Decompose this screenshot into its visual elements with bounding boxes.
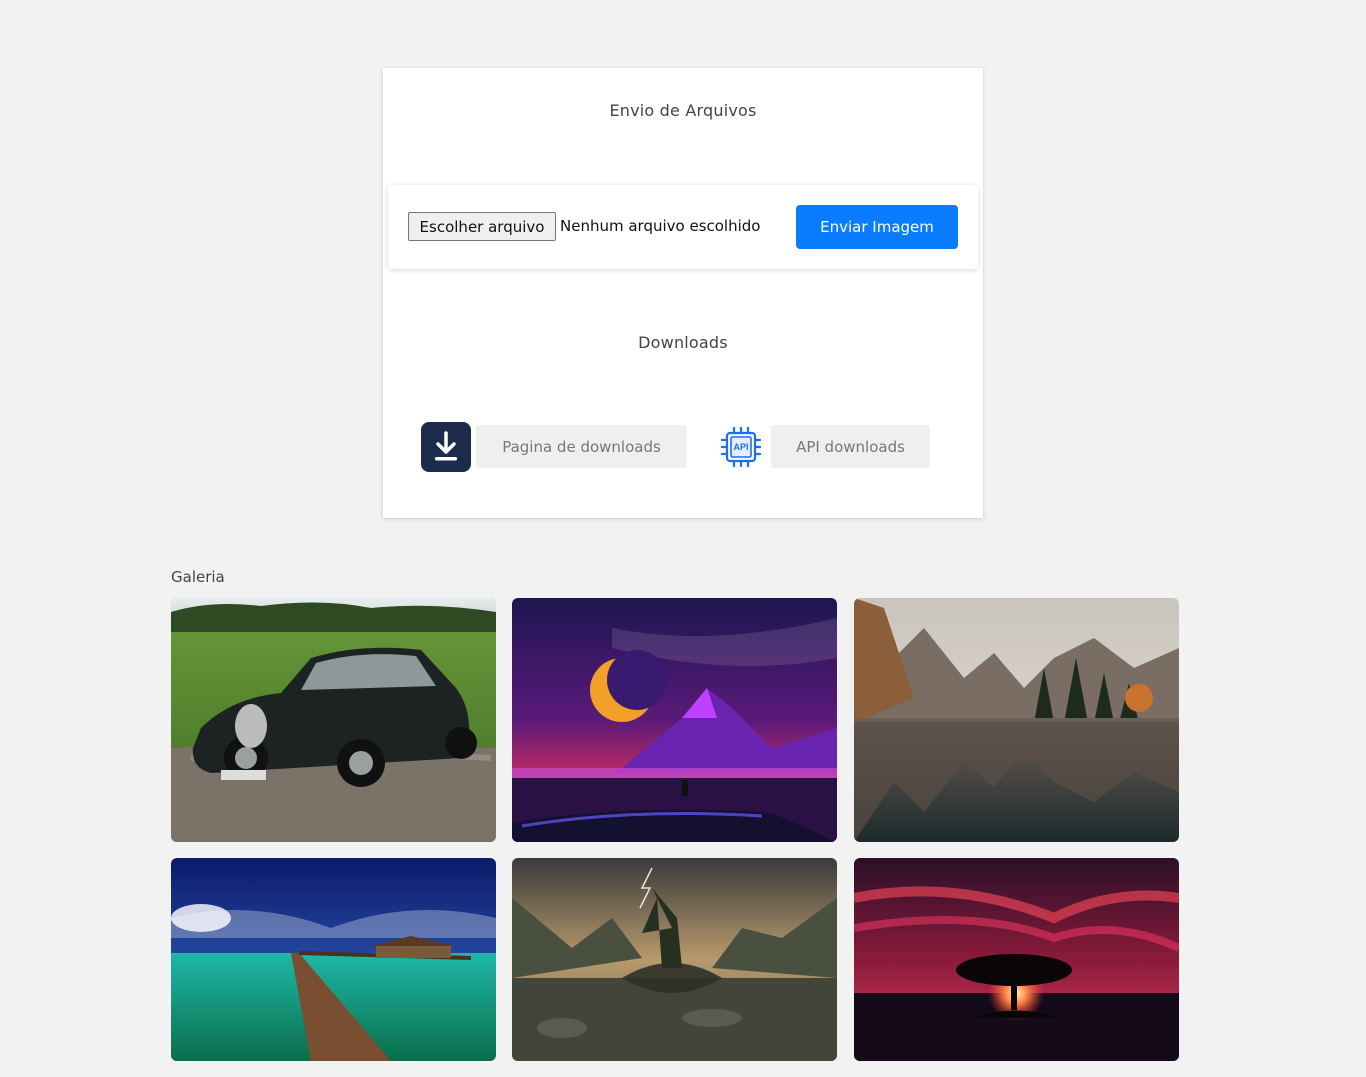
api-downloads-link[interactable]: API downloads	[771, 425, 930, 468]
gallery-image-red-sky-tree[interactable]	[854, 858, 1179, 1061]
download-icon[interactable]	[421, 422, 471, 472]
file-status-text: Nenhum arquivo escolhido	[560, 217, 761, 235]
gallery-image-tropical-pier[interactable]	[171, 858, 496, 1061]
svg-text:API: API	[733, 442, 748, 452]
upload-form: Escolher arquivo Nenhum arquivo escolhid…	[388, 185, 978, 269]
gallery-title: Galeria	[171, 568, 225, 586]
gallery-image-lake-island[interactable]	[512, 858, 837, 1061]
downloads-page-link[interactable]: Pagina de downloads	[476, 425, 687, 468]
upload-title: Envio de Arquivos	[609, 101, 757, 120]
gallery-image-neon-mountains[interactable]	[512, 598, 837, 842]
send-image-button[interactable]: Enviar Imagem	[796, 205, 958, 249]
upload-card: Envio de Arquivos Escolher arquivo Nenhu…	[383, 68, 983, 518]
choose-file-button[interactable]: Escolher arquivo	[408, 212, 556, 241]
api-chip-icon[interactable]: API	[719, 425, 763, 469]
gallery-image-mountain-lake[interactable]	[854, 598, 1179, 842]
gallery-image-car[interactable]	[171, 598, 496, 842]
downloads-title: Downloads	[638, 333, 728, 352]
